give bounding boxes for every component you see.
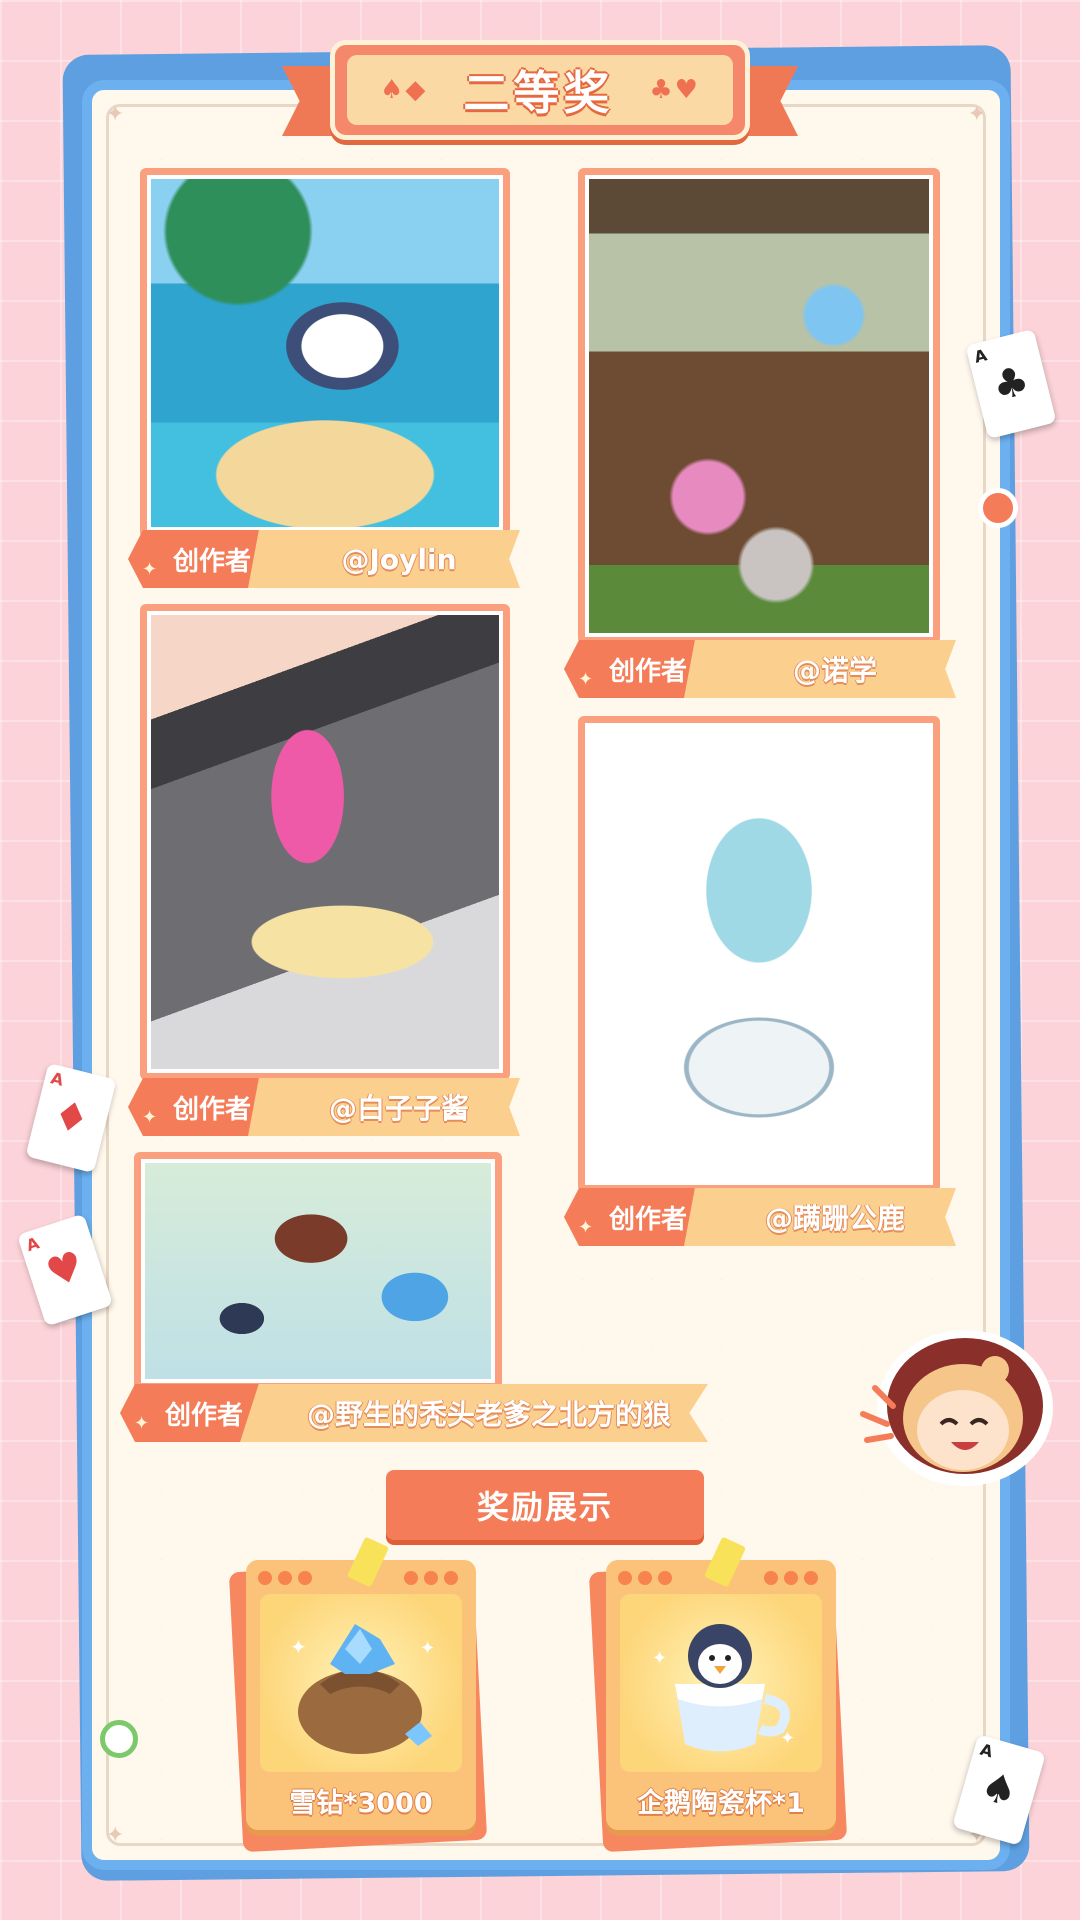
- star-icon: ✦: [142, 1107, 158, 1128]
- card-rank: A: [972, 345, 989, 367]
- card-rank: A: [23, 1233, 42, 1256]
- penguin-cup-icon: ✦ ✦: [620, 1594, 822, 1772]
- reward-heading-banner: 奖励展示: [386, 1470, 704, 1540]
- sparkle-icon: ✦: [967, 102, 986, 127]
- author-ribbon-3: ✦ 创作者 @白子子酱: [128, 1078, 520, 1136]
- author-ribbon-4: ✦ 创作者 @蹒跚公鹿: [564, 1188, 956, 1246]
- star-icon: ✦: [134, 1413, 150, 1434]
- mascot-character-icon: [845, 1318, 1065, 1498]
- author-name: @诺学: [792, 654, 877, 687]
- author-name: @白子子酱: [328, 1092, 469, 1125]
- author-label: 创作者: [608, 1204, 687, 1235]
- reward-label: 企鹅陶瓷杯*1: [637, 1788, 805, 1819]
- svg-text:✦: ✦: [780, 1728, 795, 1749]
- author-name: @蹒跚公鹿: [764, 1202, 905, 1235]
- diamonds-icon: ♦: [48, 1091, 94, 1145]
- artwork-image: [589, 179, 929, 633]
- reward-heading: 奖励展示: [476, 1488, 613, 1526]
- svg-text:✦: ✦: [290, 1635, 307, 1659]
- star-icon: ✦: [142, 559, 158, 580]
- artwork-image: [145, 1163, 491, 1379]
- author-ribbon-5: ✦ 创作者 @野生的秃头老爹之北方的狼: [120, 1384, 708, 1442]
- artwork-image: [151, 179, 499, 527]
- page-title: 二等奖: [463, 66, 614, 120]
- card-rank: A: [978, 1739, 996, 1762]
- author-label: 创作者: [172, 546, 251, 577]
- reward-card-snow-diamond[interactable]: ✦ ✦ 雪钻*3000: [246, 1560, 476, 1830]
- author-ribbon-1: ✦ 创作者 @Joylin: [128, 530, 520, 588]
- hearts-icon: ♥: [40, 1242, 90, 1298]
- author-label: 创作者: [608, 656, 687, 687]
- artwork-card-5[interactable]: [134, 1152, 502, 1390]
- decor-ring: [100, 1720, 138, 1758]
- artwork-card-2[interactable]: [578, 168, 940, 644]
- suit-icons-right: ♣♥: [649, 75, 700, 105]
- spades-icon: ♠: [975, 1762, 1023, 1818]
- author-label: 创作者: [164, 1400, 243, 1431]
- artwork-card-3[interactable]: [140, 604, 510, 1080]
- star-icon: ✦: [578, 1217, 594, 1238]
- artwork-card-4[interactable]: [578, 716, 940, 1192]
- artwork-image: [151, 615, 499, 1069]
- svg-text:✦: ✦: [420, 1638, 435, 1659]
- artwork-card-1[interactable]: [140, 168, 510, 538]
- title-banner: ♠◆ 二等奖 ♣♥: [330, 40, 750, 140]
- reward-label: 雪钻*3000: [289, 1788, 433, 1819]
- author-name: @野生的秃头老爹之北方的狼: [306, 1398, 671, 1431]
- author-ribbon-2: ✦ 创作者 @诺学: [564, 640, 956, 698]
- author-label: 创作者: [172, 1094, 251, 1125]
- author-name: @Joylin: [341, 542, 457, 576]
- reward-card-penguin-cup[interactable]: ✦ ✦ 企鹅陶瓷杯*1: [606, 1560, 836, 1830]
- card-rank: A: [48, 1068, 66, 1090]
- snow-diamond-bag-icon: ✦ ✦: [260, 1594, 462, 1772]
- sparkle-icon: ✦: [106, 102, 125, 127]
- suit-icons-left: ♠◆: [380, 75, 428, 105]
- star-icon: ✦: [578, 669, 594, 690]
- sparkle-icon: ✦: [106, 1823, 125, 1848]
- svg-text:✦: ✦: [652, 1648, 667, 1669]
- decor-dot: [978, 488, 1018, 528]
- artwork-image: [589, 727, 929, 1181]
- clubs-icon: ♣: [988, 357, 1034, 411]
